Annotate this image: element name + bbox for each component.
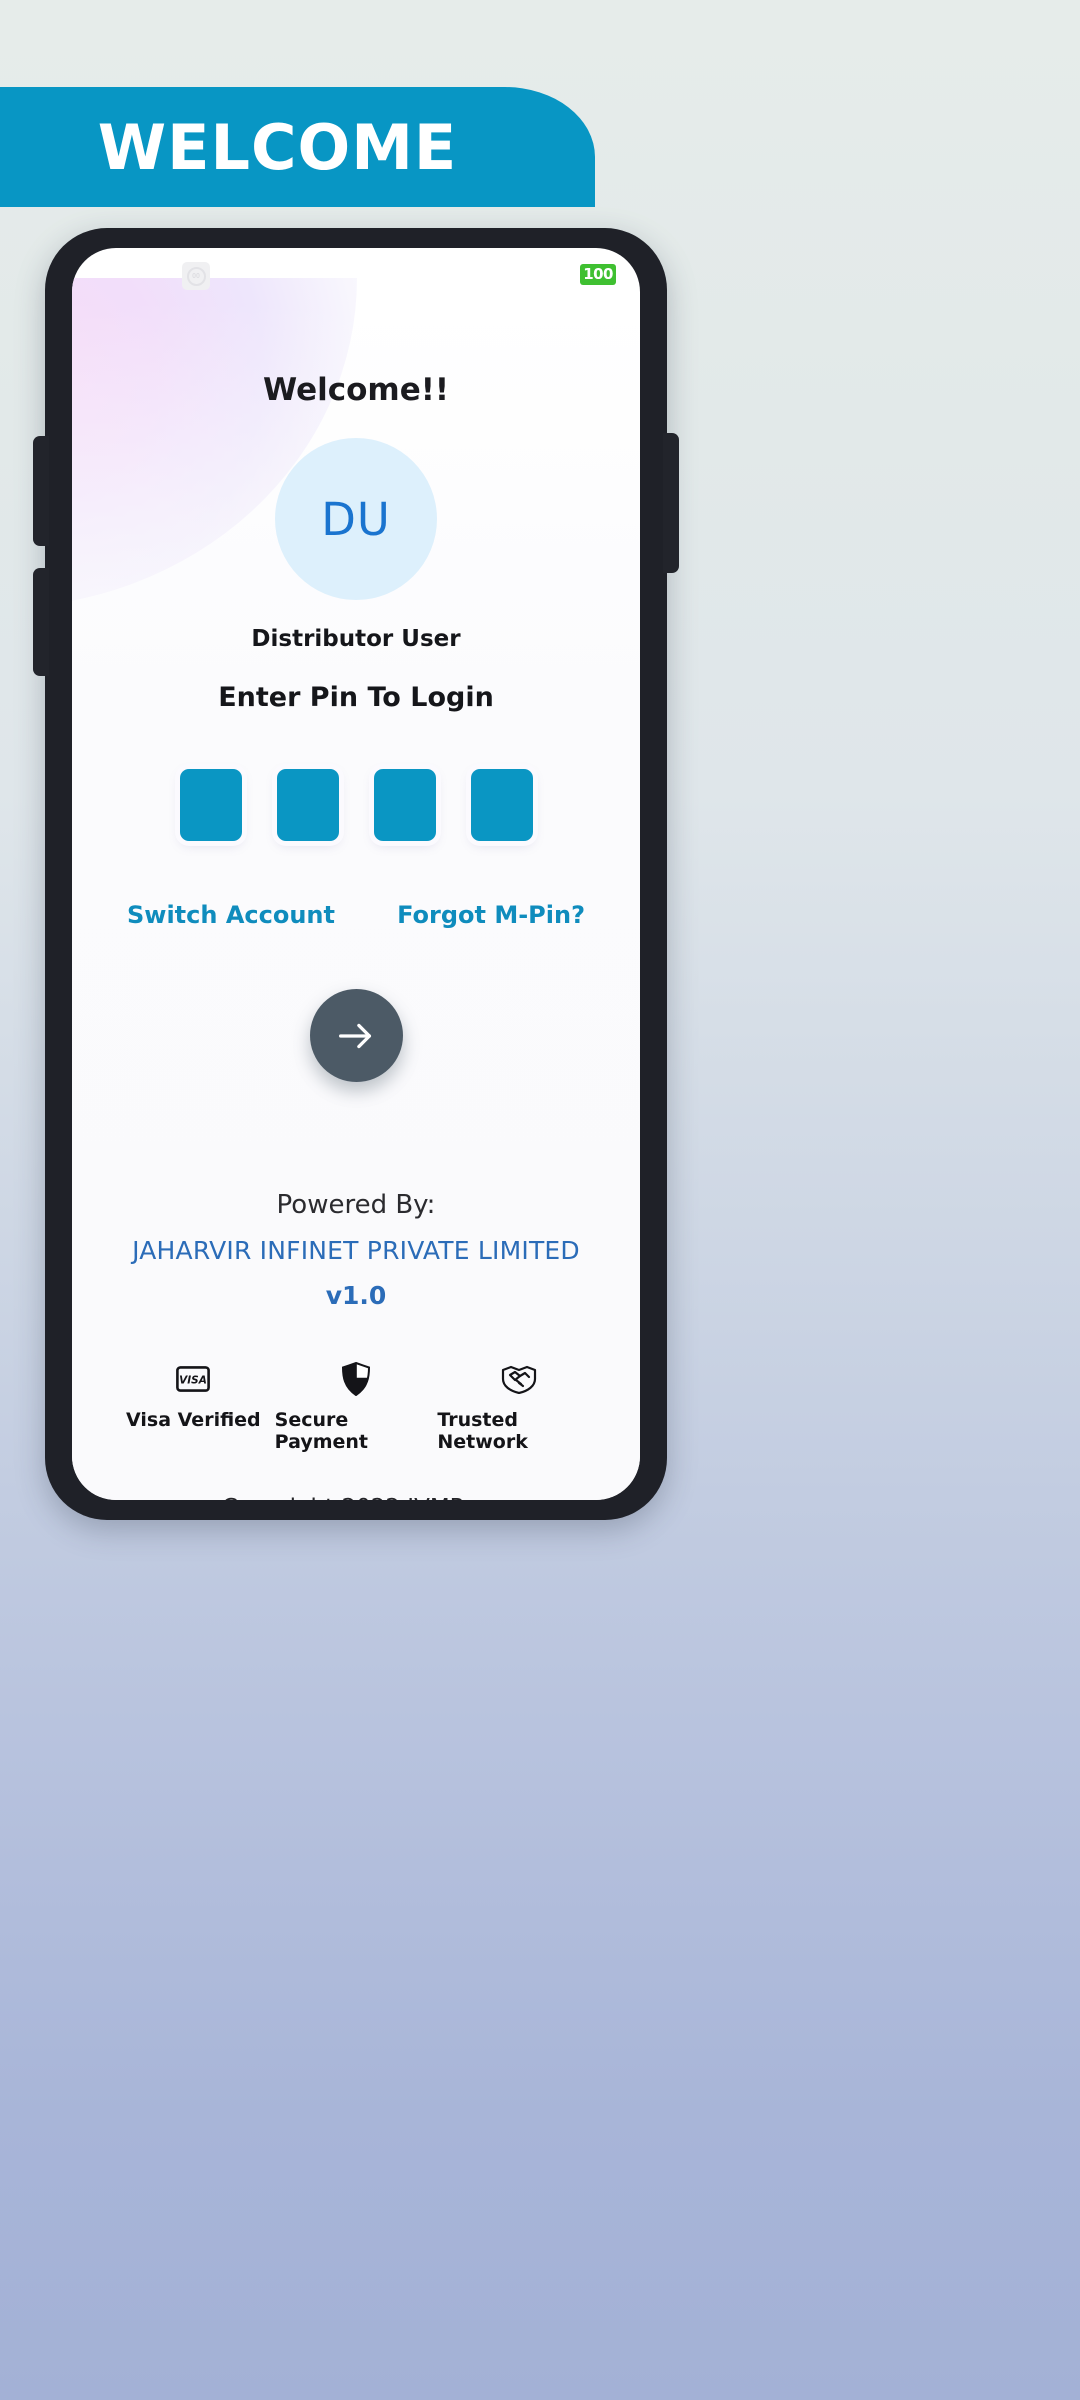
badge-visa-verified-label: Visa Verified <box>126 1409 261 1431</box>
arrow-right-icon <box>339 1023 372 1048</box>
phone-screen: 00 100 Welcome!! DU Distributor User Ent… <box>72 248 640 1500</box>
company-name: JAHARVIR INFINET PRIVATE LIMITED <box>132 1236 580 1265</box>
pin-digit-1[interactable] <box>179 769 242 841</box>
avatar: DU <box>275 438 437 600</box>
switch-account-link[interactable]: Switch Account <box>127 901 335 929</box>
visa-card-icon: VISA <box>176 1362 211 1396</box>
status-bar: 00 100 <box>72 248 640 300</box>
pin-input-row <box>72 769 640 841</box>
avatar-container: DU <box>72 438 640 600</box>
login-content: Welcome!! DU Distributor User Enter Pin … <box>72 300 640 1500</box>
pin-helper-links: Switch Account Forgot M-Pin? <box>127 901 585 929</box>
submit-container <box>72 989 640 1082</box>
trust-badges: VISA Visa Verified Secure Payment Truste… <box>112 1362 600 1453</box>
app-version: v1.0 <box>325 1281 387 1310</box>
copyright-text: Copyright 2022 JVMPay <box>72 1495 640 1500</box>
phone-volume-up-button <box>33 436 49 546</box>
user-name: Distributor User <box>251 626 461 652</box>
submit-button[interactable] <box>309 989 403 1082</box>
badge-secure-payment: Secure Payment <box>275 1362 438 1453</box>
welcome-heading: Welcome!! <box>262 372 449 408</box>
pin-digit-3[interactable] <box>373 769 436 841</box>
battery-indicator: 100 <box>580 264 616 285</box>
welcome-banner: WELCOME <box>0 87 595 207</box>
badge-secure-payment-label: Secure Payment <box>274 1409 369 1453</box>
phone-mockup: 00 100 Welcome!! DU Distributor User Ent… <box>33 228 679 1520</box>
sync-circle-icon: 00 <box>182 262 210 290</box>
forgot-mpin-link[interactable]: Forgot M-Pin? <box>397 901 585 929</box>
svg-text:VISA: VISA <box>179 1374 207 1386</box>
phone-power-button <box>663 433 679 573</box>
shield-icon <box>341 1362 371 1396</box>
badge-trusted-network: Trusted Network <box>437 1362 600 1453</box>
powered-by-label: Powered By: <box>276 1190 436 1220</box>
welcome-banner-title: WELCOME <box>97 110 458 184</box>
handshake-icon <box>500 1362 538 1396</box>
sync-circle-icon-label: 00 <box>186 266 206 286</box>
badge-visa-verified: VISA Visa Verified <box>112 1362 275 1453</box>
badge-trusted-network-label: Trusted Network <box>437 1409 528 1453</box>
pin-digit-4[interactable] <box>470 769 533 841</box>
phone-volume-down-button <box>33 568 49 676</box>
pin-prompt: Enter Pin To Login <box>218 682 494 713</box>
pin-digit-2[interactable] <box>276 769 339 841</box>
